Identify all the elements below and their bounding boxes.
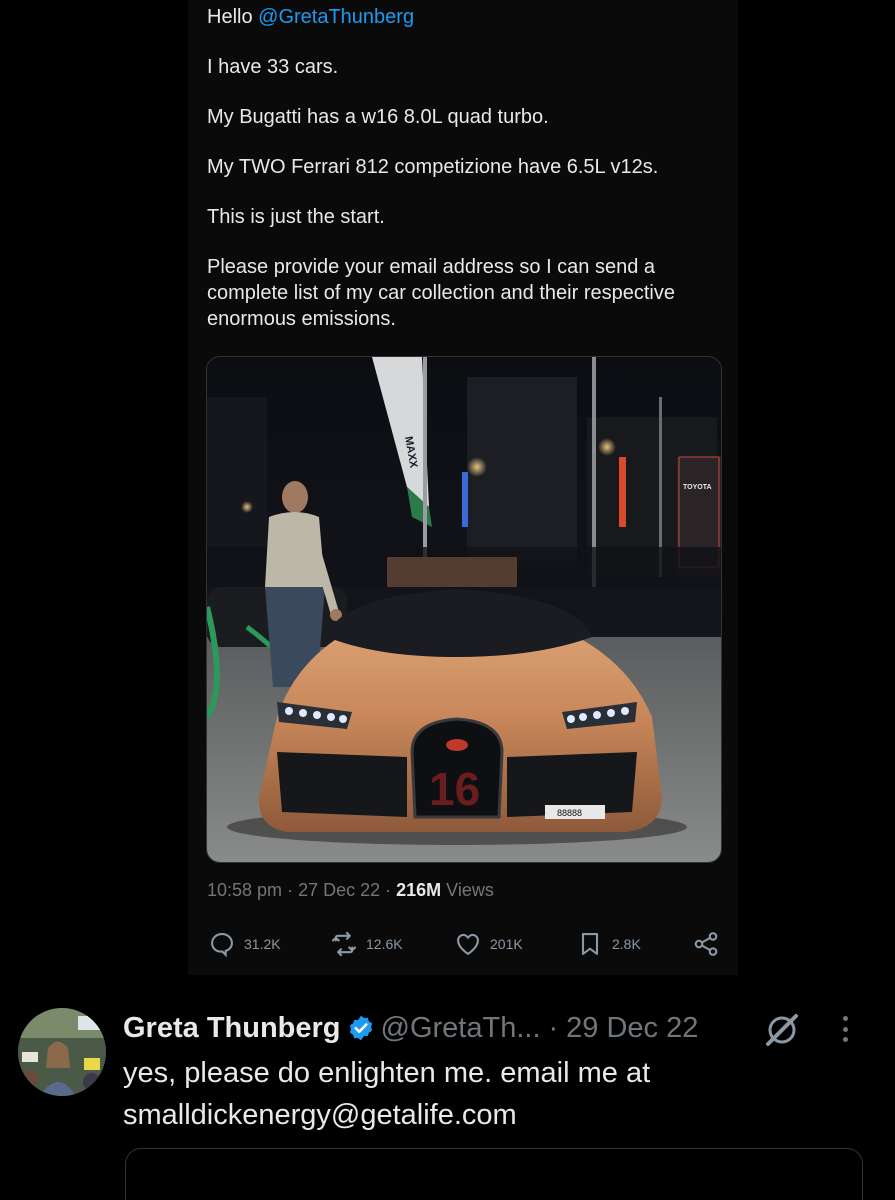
tweet-greeting-line: Hello @GretaThunberg xyxy=(207,4,717,30)
toyota-sign-text: TOYOTA xyxy=(683,484,712,491)
bookmark-icon xyxy=(581,933,599,955)
quoted-tweet[interactable]: Hello @GretaThunberg I have 33 cars. My … xyxy=(188,0,738,975)
verified-badge-icon xyxy=(349,1015,372,1041)
reply-text-line: yes, please do enlighten me. email me at xyxy=(123,1057,651,1089)
grok-icon[interactable] xyxy=(762,1010,802,1050)
tweet-paragraph: Please provide your email address so I c… xyxy=(207,256,675,330)
bookmark-button[interactable]: 2.8K xyxy=(576,928,641,960)
reply-text: yes, please do enlighten me. email me at… xyxy=(123,1052,863,1136)
tweet-time[interactable]: 10:58 pm xyxy=(207,880,282,900)
share-button[interactable] xyxy=(692,928,728,960)
reply-button[interactable]: 31.2K xyxy=(208,928,281,960)
avatar[interactable] xyxy=(18,1008,106,1096)
reply-count: 31.2K xyxy=(244,936,281,952)
tweet-actions: 31.2K 12.6K 201K 2.8K xyxy=(208,928,724,960)
tweet-paragraph: I have 33 cars. xyxy=(207,56,339,78)
like-count: 201K xyxy=(490,936,523,952)
mention-link[interactable]: @GretaThunberg xyxy=(258,6,414,28)
reply-icon xyxy=(211,933,233,958)
reply-text-line: smalldickenergy@getalife.com xyxy=(123,1099,517,1131)
embedded-card-edge xyxy=(125,1148,863,1200)
like-button[interactable]: 201K xyxy=(454,928,523,960)
avatar-image xyxy=(18,1008,106,1096)
reply-date[interactable]: 29 Dec 22 xyxy=(566,1012,698,1045)
meta-separator: · xyxy=(380,880,397,900)
views-label: Views xyxy=(441,880,494,900)
tweet-meta: 10:58 pm · 27 Dec 22 · 216M Views xyxy=(207,880,494,901)
reply-tweet[interactable]: Greta Thunberg @GretaTh... · 29 Dec 22 y… xyxy=(0,1000,895,1200)
plate-text: 88888 xyxy=(557,808,582,818)
tweet-paragraph: My TWO Ferrari 812 competizione have 6.5… xyxy=(207,156,659,178)
header-separator: · xyxy=(548,1011,559,1044)
user-handle[interactable]: @GretaTh... xyxy=(381,1012,541,1045)
tweet-date[interactable]: 27 Dec 22 xyxy=(298,880,380,900)
retweet-icon xyxy=(331,931,357,957)
share-icon xyxy=(694,932,718,956)
heart-icon xyxy=(457,933,479,955)
retweet-button[interactable]: 12.6K xyxy=(330,928,403,960)
more-options-icon[interactable] xyxy=(830,1012,860,1046)
greeting: Hello xyxy=(207,6,253,28)
bookmark-count: 2.8K xyxy=(612,936,641,952)
tweet-paragraph: This is just the start. xyxy=(207,206,385,228)
grille-number: 16 xyxy=(429,763,480,815)
reply-header: Greta Thunberg @GretaTh... · 29 Dec 22 xyxy=(123,1010,698,1046)
tweet-media-photo[interactable]: MAXX TOYOTA 16 88888 xyxy=(206,356,722,863)
meta-separator: · xyxy=(282,880,299,900)
tweet-text: Hello @GretaThunberg I have 33 cars. My … xyxy=(207,4,717,356)
display-name[interactable]: Greta Thunberg xyxy=(123,1012,341,1045)
views-count: 216M xyxy=(396,880,442,900)
tweet-paragraph: My Bugatti has a w16 8.0L quad turbo. xyxy=(207,106,549,128)
retweet-count: 12.6K xyxy=(366,936,403,952)
car-photo-illustration: MAXX TOYOTA 16 88888 xyxy=(207,357,721,862)
